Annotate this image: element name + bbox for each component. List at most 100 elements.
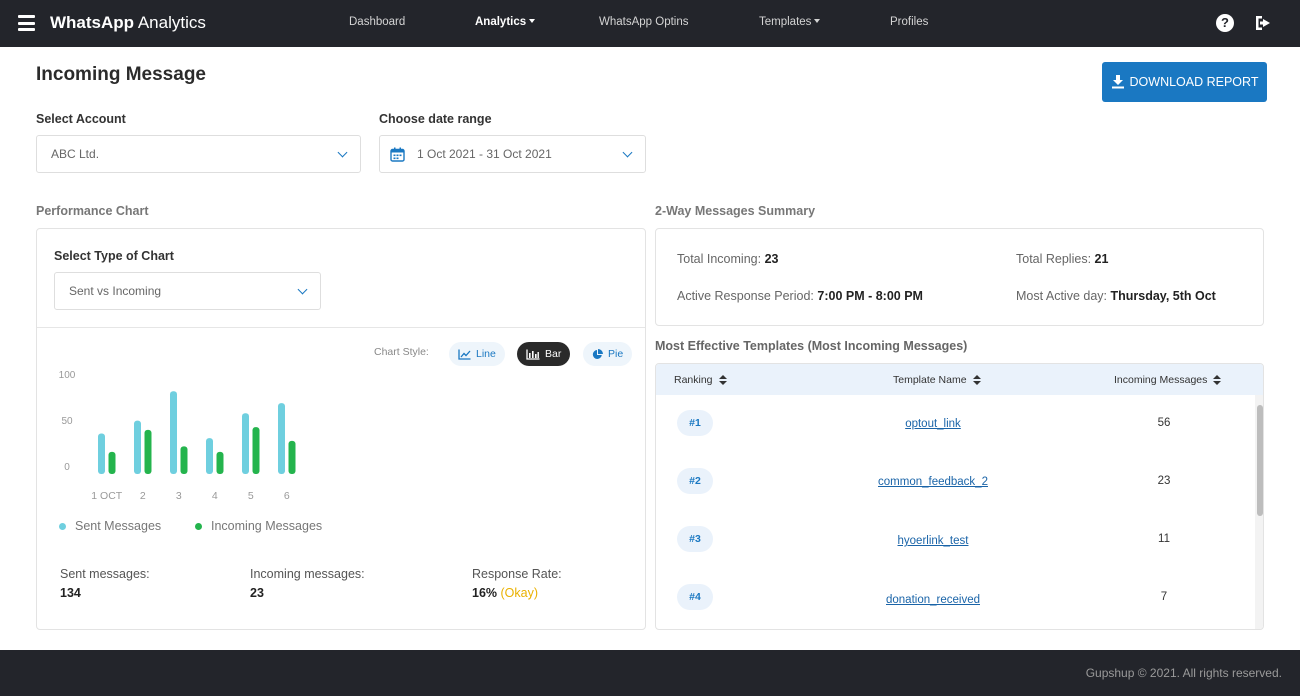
template-link[interactable]: common_feedback_2 xyxy=(878,476,988,488)
date-range-label: Choose date range xyxy=(379,112,492,126)
legend-item-incoming: Incoming Messages xyxy=(195,519,322,533)
nav-analytics[interactable]: Analytics xyxy=(475,16,536,28)
bar-chart: 100 50 0 1 OCT 2 3 4 5 6 xyxy=(59,370,296,502)
table-scrollbar[interactable] xyxy=(1255,395,1263,629)
active-period-label: Active Response Period: xyxy=(677,289,814,303)
active-day-value: Thursday, 5th Oct xyxy=(1110,289,1216,303)
logout-icon[interactable] xyxy=(1254,14,1272,32)
chevron-down-icon xyxy=(337,147,348,158)
calendar-icon xyxy=(390,147,405,162)
chart-style-bar-button[interactable]: Bar xyxy=(517,342,571,366)
response-rate-value: 16% xyxy=(472,586,498,600)
incoming-legend-label: Incoming Messages xyxy=(211,519,323,533)
column-header-template-name[interactable]: Template Name xyxy=(893,374,981,386)
ranking-header-label: Ranking xyxy=(674,374,713,386)
template-name-header-label: Template Name xyxy=(893,374,967,386)
column-header-ranking[interactable]: Ranking xyxy=(674,374,727,386)
rank-badge: #4 xyxy=(677,584,713,610)
incoming-count: 11 xyxy=(1158,533,1170,545)
chevron-down-icon xyxy=(529,19,536,23)
sent-bar xyxy=(242,413,249,474)
sent-legend-dot xyxy=(59,522,66,530)
chart-style-line-button[interactable]: Line xyxy=(449,342,505,366)
nav-dashboard[interactable]: Dashboard xyxy=(349,16,405,28)
chevron-down-icon xyxy=(622,147,633,158)
bar-style-label: Bar xyxy=(545,348,562,360)
templates-table: Ranking Template Name Incoming Messages … xyxy=(655,363,1264,630)
chevron-down-icon xyxy=(297,284,308,295)
download-report-button[interactable]: DOWNLOAD REPORT xyxy=(1102,62,1267,102)
sent-legend-label: Sent Messages xyxy=(75,519,162,533)
total-incoming-label: Total Incoming: xyxy=(677,252,762,266)
chart-style-pie-button[interactable]: Pie xyxy=(583,342,633,366)
sort-icon xyxy=(1213,375,1222,385)
active-response-period-summary: Active Response Period: 7:00 PM - 8:00 P… xyxy=(677,289,923,303)
date-range-value: 1 Oct 2021 - 31 Oct 2021 xyxy=(417,147,552,161)
nav-whatsapp-optins[interactable]: WhatsApp Optins xyxy=(599,16,688,28)
download-icon xyxy=(1111,75,1124,89)
sort-icon xyxy=(718,375,727,385)
y-tick-label: 0 xyxy=(64,462,70,473)
incoming-messages-stat-value: 23 xyxy=(250,586,264,600)
top-navbar: WhatsApp Analytics Dashboard Analytics W… xyxy=(0,0,1300,47)
hamburger-menu-icon[interactable] xyxy=(18,15,35,31)
page-title: Incoming Message xyxy=(36,64,206,85)
chart-type-label: Select Type of Chart xyxy=(54,249,174,263)
app-brand[interactable]: WhatsApp Analytics xyxy=(50,13,206,33)
incoming-bar xyxy=(108,451,116,474)
two-way-summary-card: Total Incoming: 23 Total Replies: 21 Act… xyxy=(655,228,1264,326)
chevron-down-icon xyxy=(814,19,821,23)
total-replies-value: 21 xyxy=(1094,252,1109,266)
y-tick-label: 50 xyxy=(61,416,73,427)
template-link[interactable]: hyoerlink_test xyxy=(898,535,969,547)
chart-type-value: Sent vs Incoming xyxy=(69,284,162,298)
scrollbar-thumb[interactable] xyxy=(1257,405,1263,516)
active-day-label: Most Active day: xyxy=(1016,289,1108,303)
column-header-incoming-messages[interactable]: Incoming Messages xyxy=(1114,374,1222,386)
date-range-picker[interactable]: 1 Oct 2021 - 31 Oct 2021 xyxy=(379,135,646,173)
response-rate-stat-value: 16% (Okay) xyxy=(472,586,538,600)
bar-chart-icon xyxy=(526,349,540,360)
select-account-label: Select Account xyxy=(36,112,126,126)
account-select[interactable]: ABC Ltd. xyxy=(36,135,361,173)
sent-bar xyxy=(170,391,177,474)
sent-messages-stat-label: Sent messages: xyxy=(60,567,150,581)
sent-bar xyxy=(206,438,213,474)
response-rate-stat-label: Response Rate: xyxy=(472,567,562,581)
copyright-text: Gupshup © 2021. All rights reserved. xyxy=(1085,666,1282,680)
incoming-bar xyxy=(216,451,224,474)
total-incoming-value: 23 xyxy=(764,252,779,266)
incoming-messages-header-label: Incoming Messages xyxy=(1114,374,1208,386)
chart-type-select[interactable]: Sent vs Incoming xyxy=(54,272,321,310)
effective-templates-title: Most Effective Templates (Most Incoming … xyxy=(655,339,968,353)
footer: Gupshup © 2021. All rights reserved. xyxy=(0,650,1300,696)
x-tick-label: 6 xyxy=(284,490,290,502)
pie-style-label: Pie xyxy=(608,348,624,360)
incoming-bar xyxy=(288,440,296,474)
template-link[interactable]: optout_link xyxy=(905,418,961,430)
x-tick-label: 2 xyxy=(140,490,146,502)
most-active-day-summary: Most Active day: Thursday, 5th Oct xyxy=(1016,289,1216,303)
performance-chart-card: Select Type of Chart Sent vs Incoming Ch… xyxy=(36,228,646,630)
incoming-bar xyxy=(252,427,260,474)
nav-templates[interactable]: Templates xyxy=(759,16,821,28)
card-divider xyxy=(37,327,645,328)
nav-profiles[interactable]: Profiles xyxy=(890,16,928,28)
help-icon[interactable]: ? xyxy=(1216,14,1234,32)
sent-messages-stat-value: 134 xyxy=(60,586,81,600)
incoming-bar xyxy=(180,446,188,474)
incoming-bar xyxy=(144,429,152,474)
rank-badge: #2 xyxy=(677,468,713,494)
sent-bar xyxy=(278,403,285,474)
active-period-value: 7:00 PM - 8:00 PM xyxy=(817,289,923,303)
x-tick-label: 5 xyxy=(248,490,254,502)
rank-badge: #3 xyxy=(677,526,713,552)
incoming-legend-dot xyxy=(195,522,202,530)
chart-style-label: Chart Style: xyxy=(374,346,429,358)
line-style-label: Line xyxy=(476,348,496,360)
total-replies-label: Total Replies: xyxy=(1016,252,1092,266)
template-link[interactable]: donation_received xyxy=(886,594,980,606)
total-incoming-summary: Total Incoming: 23 xyxy=(677,252,778,266)
incoming-count: 23 xyxy=(1157,475,1171,487)
sort-icon xyxy=(972,375,981,385)
